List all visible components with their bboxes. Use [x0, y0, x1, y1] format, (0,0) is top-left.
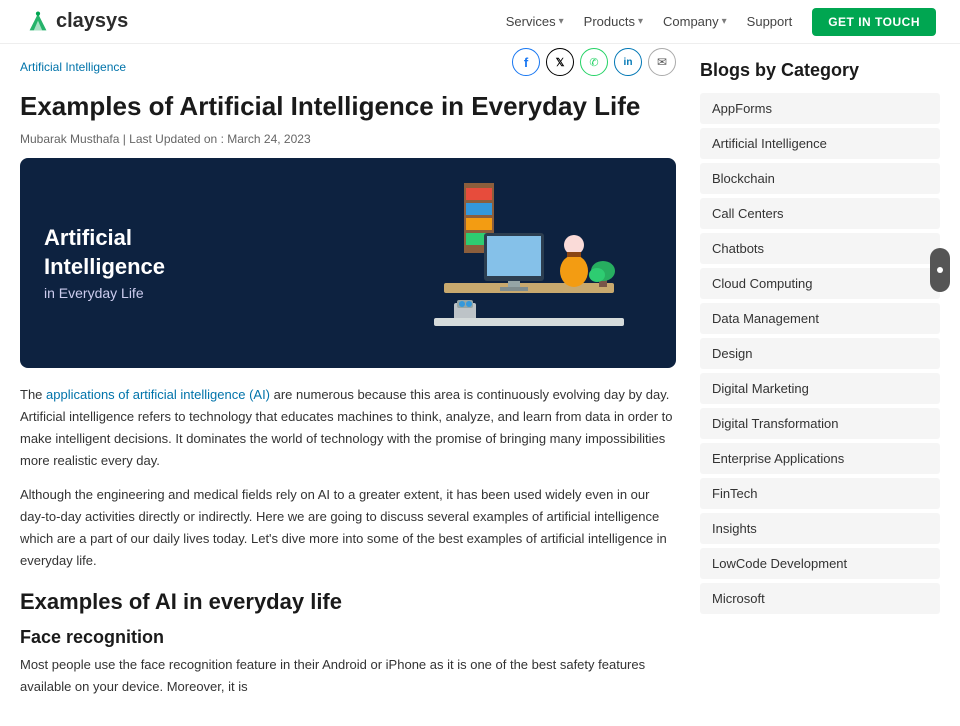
page-wrapper: Artificial Intelligence f 𝕏 ✆ in ✉ Examp… — [0, 44, 960, 726]
subsection-heading: Face recognition — [20, 627, 676, 648]
chevron-down-icon: ▾ — [638, 16, 643, 27]
logo[interactable]: claysys — [24, 8, 128, 36]
category-item[interactable]: Chatbots — [700, 233, 940, 264]
linkedin-share-button[interactable]: in — [614, 48, 642, 76]
scroll-indicator[interactable] — [930, 248, 950, 292]
logo-text: claysys — [56, 10, 128, 33]
category-item[interactable]: AppForms — [700, 93, 940, 124]
header: claysys Services ▾ Products ▾ Company ▾ … — [0, 0, 960, 44]
get-in-touch-button[interactable]: GET IN TOUCH — [812, 8, 936, 36]
twitter-share-button[interactable]: 𝕏 — [546, 48, 574, 76]
hero-illustration — [372, 158, 676, 368]
main-nav: Services ▾ Products ▾ Company ▾ Support … — [506, 8, 936, 36]
category-item[interactable]: Microsoft — [700, 583, 940, 614]
category-item[interactable]: LowCode Development — [700, 548, 940, 579]
subsection-para: Most people use the face recognition fea… — [20, 654, 676, 698]
facebook-share-button[interactable]: f — [512, 48, 540, 76]
nav-support[interactable]: Support — [747, 14, 793, 29]
category-item[interactable]: Insights — [700, 513, 940, 544]
category-item[interactable]: Digital Marketing — [700, 373, 940, 404]
ai-link[interactable]: applications of artificial intelligence … — [46, 387, 270, 402]
hero-text: Artificial Intelligence in Everyday Life — [20, 204, 372, 321]
section-heading: Examples of AI in everyday life — [20, 589, 676, 615]
category-item[interactable]: Blockchain — [700, 163, 940, 194]
email-share-button[interactable]: ✉ — [648, 48, 676, 76]
category-item[interactable]: Enterprise Applications — [700, 443, 940, 474]
whatsapp-share-button[interactable]: ✆ — [580, 48, 608, 76]
category-item[interactable]: Call Centers — [700, 198, 940, 229]
body-para-1: The applications of artificial intellige… — [20, 384, 676, 472]
article-body: The applications of artificial intellige… — [20, 384, 676, 698]
chevron-down-icon: ▾ — [559, 16, 564, 27]
sidebar-title: Blogs by Category — [700, 60, 940, 81]
main-content: Artificial Intelligence f 𝕏 ✆ in ✉ Examp… — [20, 60, 676, 710]
scroll-dot — [937, 267, 943, 273]
chevron-down-icon: ▾ — [722, 16, 727, 27]
sidebar: Blogs by Category AppForms Artificial Int… — [700, 60, 940, 710]
hero-heading: Artificial Intelligence — [44, 224, 348, 281]
body-para-2: Although the engineering and medical fie… — [20, 484, 676, 572]
article-meta: Mubarak Musthafa | Last Updated on : Mar… — [20, 132, 676, 146]
article-title: Examples of Artificial Intelligence in E… — [20, 90, 676, 124]
logo-icon — [24, 8, 52, 36]
category-item[interactable]: Cloud Computing — [700, 268, 940, 299]
category-item[interactable]: Artificial Intelligence — [700, 128, 940, 159]
category-item[interactable]: Design — [700, 338, 940, 369]
desk-scene-svg — [404, 163, 644, 363]
category-item[interactable]: Data Management — [700, 303, 940, 334]
nav-company[interactable]: Company ▾ — [663, 14, 727, 29]
category-item[interactable]: Digital Transformation — [700, 408, 940, 439]
category-list: AppForms Artificial Intelligence Blockchai… — [700, 93, 940, 614]
nav-products[interactable]: Products ▾ — [584, 14, 643, 29]
category-item[interactable]: FinTech — [700, 478, 940, 509]
nav-services[interactable]: Services ▾ — [506, 14, 564, 29]
hero-image: Artificial Intelligence in Everyday Life — [20, 158, 676, 368]
